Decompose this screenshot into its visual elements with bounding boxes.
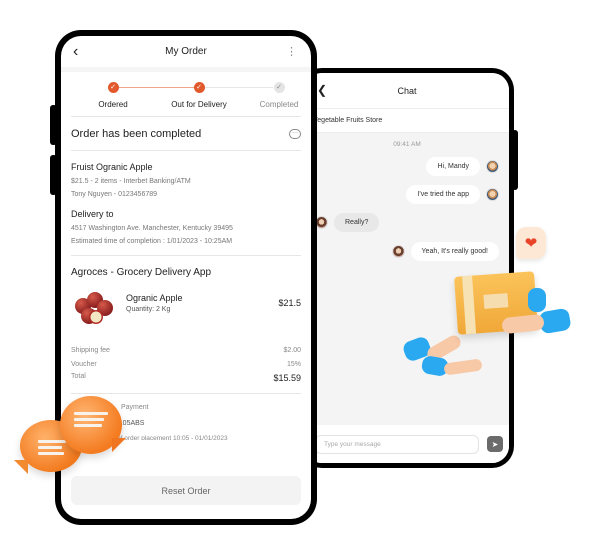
- delivery-heading: Delivery to: [71, 209, 114, 219]
- giving-hand-decoration: [500, 288, 580, 338]
- order-status: Order has been completed ···: [71, 117, 301, 151]
- store-name: Vegetable Fruits Store: [313, 117, 383, 124]
- order-name: Fruist Ogranic Apple: [71, 162, 153, 172]
- check-icon: ✓: [107, 82, 119, 93]
- order-info: Fruist Ogranic Apple $21.5 - 2 items - I…: [61, 162, 311, 245]
- delivery-address: 4517 Washington Ave. Manchester, Kentuck…: [71, 225, 233, 232]
- product-row: Ogranic Apple Quantity: 2 Kg $21.5: [71, 290, 301, 340]
- message-outgoing: Yeah, It's really good!: [391, 242, 499, 261]
- avatar: [486, 160, 499, 173]
- customer-info: Tony Nguyen - 0123456789: [71, 191, 158, 198]
- check-icon: ✓: [273, 82, 285, 93]
- divider: [71, 393, 301, 394]
- total-value: $15.59: [273, 373, 301, 383]
- order-progress-stepper: ✓ Ordered ✓ Out for Delivery ✓ Completed: [71, 72, 301, 117]
- phone-side-button: [512, 130, 518, 190]
- fee-value: $2.00: [283, 347, 301, 354]
- send-icon: ➤: [491, 439, 499, 449]
- message-bubble: I've tried the app: [406, 185, 480, 204]
- chevron-left-icon[interactable]: ❮: [317, 83, 327, 97]
- phone-side-button: [50, 155, 57, 195]
- chat-title: Chat: [397, 85, 417, 96]
- fee-value: 15%: [286, 361, 301, 368]
- fee-row-total: Total $15.59: [61, 373, 311, 383]
- message-input[interactable]: [315, 434, 479, 454]
- fee-label: Voucher: [71, 361, 97, 368]
- product-quantity: Quantity: 2 Kg: [126, 306, 171, 313]
- store-name-bar: Vegetable Fruits Store: [305, 109, 509, 133]
- receiving-hand-decoration: [401, 332, 484, 380]
- check-icon: ✓: [193, 82, 205, 93]
- message-incoming: Really?: [315, 213, 380, 232]
- fee-row-voucher: Voucher 15%: [61, 361, 311, 368]
- fee-label: Shipping fee: [71, 347, 110, 354]
- heart-icon: ❤: [516, 227, 546, 259]
- product-price: $21.5: [278, 298, 301, 308]
- more-vertical-icon[interactable]: ⋮: [286, 45, 297, 58]
- estimated-time: Estimated time of completion : 1/01/2023…: [71, 238, 233, 245]
- step-completed: ✓ Completed: [234, 82, 311, 109]
- step-label: Out for Delivery: [171, 100, 227, 109]
- store-title: Agroces - Grocery Delivery App: [71, 267, 212, 278]
- reset-order-button[interactable]: Reset Order: [71, 476, 301, 505]
- step-out-for-delivery: ✓ Out for Delivery: [154, 82, 244, 109]
- product-name: Ogranic Apple: [126, 293, 183, 303]
- product-image: [71, 290, 116, 330]
- step-label: Ordered: [98, 100, 128, 109]
- chat-screen: ❮ Chat Vegetable Fruits Store 09:41 AM H…: [305, 73, 509, 463]
- order-header: ‹ My Order ⋮: [61, 36, 311, 72]
- message-bubble: Hi, Mandy: [426, 157, 480, 176]
- fee-row-shipping: Shipping fee $2.00: [61, 347, 311, 354]
- phone-side-button: [50, 105, 57, 145]
- chat-phone: ❮ Chat Vegetable Fruits Store 09:41 AM H…: [300, 68, 518, 468]
- message-outgoing: Hi, Mandy: [426, 157, 499, 176]
- avatar: [486, 188, 499, 201]
- step-label: Completed: [259, 100, 299, 109]
- message-bubble: Really?: [334, 213, 380, 232]
- page-title: My Order: [165, 46, 207, 57]
- chat-header: ❮ Chat: [305, 73, 509, 109]
- chat-input-bar: ➤: [305, 425, 509, 463]
- avatar: [391, 245, 405, 258]
- total-label: Total: [71, 373, 86, 380]
- status-title: Order has been completed: [71, 127, 202, 140]
- step-ordered: ✓ Ordered: [68, 82, 158, 109]
- divider: [71, 255, 301, 256]
- chat-bubble-icon[interactable]: ···: [289, 128, 301, 139]
- chat-timestamp: 09:41 AM: [393, 141, 421, 148]
- message-bubble: Yeah, It's really good!: [410, 242, 499, 261]
- send-button[interactable]: ➤: [487, 436, 503, 452]
- order-summary: $21.5 - 2 items - Interbet Banking/ATM: [71, 178, 191, 185]
- chevron-left-icon[interactable]: ‹: [73, 43, 78, 61]
- message-outgoing: I've tried the app: [406, 185, 499, 204]
- chat-bubble-decoration: [60, 396, 126, 454]
